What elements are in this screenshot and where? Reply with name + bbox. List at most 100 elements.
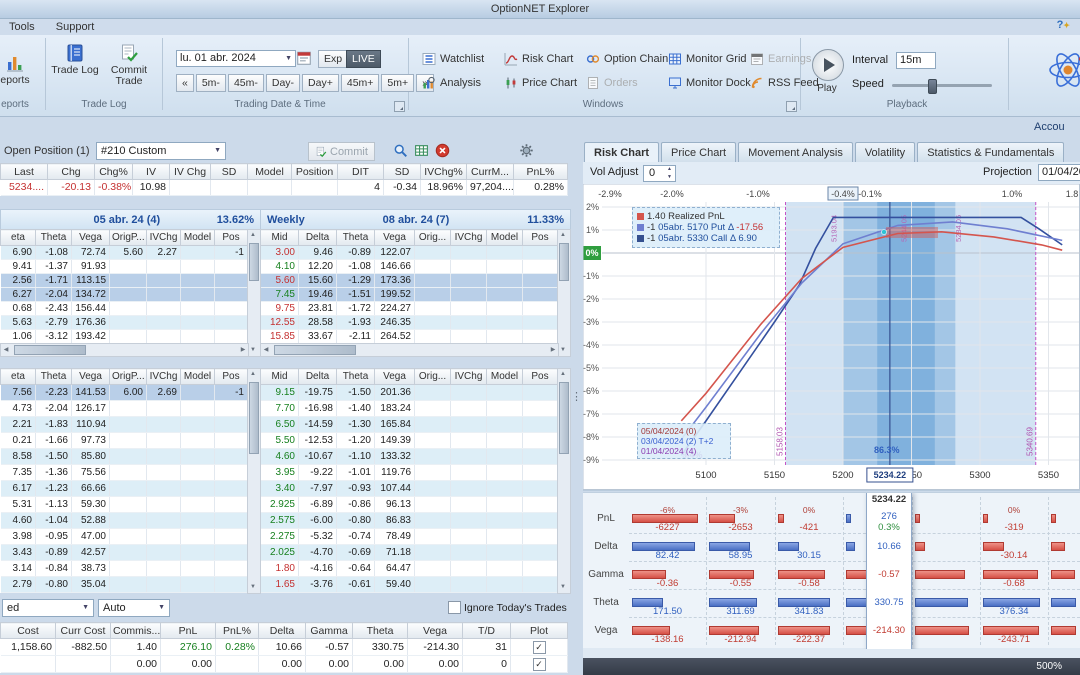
expiration-header-right[interactable]: Weekly 08 abr. 24 (7) 11.33% [260, 209, 571, 230]
projection-date-input[interactable]: 01/04/20 [1038, 164, 1080, 181]
window-button-price-chart[interactable]: Price Chart [500, 74, 582, 92]
vol-adjust-stepper[interactable]: 0 ▲ ▼ [643, 165, 676, 182]
grid-row[interactable]: 4.60-1.0452.88 [1, 513, 248, 529]
scrollbar-vertical[interactable]: ▲ ▼ [247, 229, 261, 357]
scroll-up-icon[interactable]: ▲ [248, 369, 258, 380]
search-button[interactable] [392, 142, 409, 159]
column-header[interactable]: Vega [72, 230, 110, 246]
expiration-header-left[interactable]: 05 abr. 24 (4) 13.62% [0, 209, 261, 230]
column-header[interactable]: IVChg [451, 230, 487, 246]
column-header[interactable]: IVChg [451, 369, 487, 385]
column-header[interactable]: eta [1, 230, 36, 246]
time-step-[interactable]: « [176, 74, 194, 92]
scroll-up-icon[interactable]: ▲ [558, 230, 568, 241]
column-header[interactable]: T/D [463, 623, 511, 639]
column-header[interactable]: PnL% [216, 623, 259, 639]
grid-row[interactable]: 12.5528.58-1.93246.35 [261, 316, 558, 330]
column-header[interactable]: Curr Cost [56, 623, 111, 639]
scrollbar-horizontal[interactable]: ◀ ▶ [0, 343, 249, 357]
column-header[interactable]: Position [292, 164, 338, 180]
time-step-5m[interactable]: 5m- [196, 74, 226, 92]
calendar-button[interactable] [296, 50, 312, 69]
grid-row[interactable]: 3.95-9.22-1.01119.76 [261, 465, 558, 481]
grid-row[interactable]: 7.56-2.23141.536.002.69-1 [1, 385, 248, 401]
help-icon[interactable]: ?✦ [1057, 19, 1070, 31]
column-header[interactable]: Delta [299, 230, 337, 246]
grid-row[interactable]: 6.17-1.2366.66 [1, 481, 248, 497]
speed-slider-thumb[interactable] [928, 79, 937, 94]
datetime-dialog-launcher[interactable] [394, 101, 405, 112]
column-header[interactable]: Vega [375, 369, 415, 385]
grid-row[interactable]: 2.275-5.32-0.7478.49 [261, 529, 558, 545]
column-header[interactable]: eta [1, 369, 36, 385]
scroll-down-icon[interactable]: ▼ [558, 582, 568, 593]
time-step-45m[interactable]: 45m- [228, 74, 264, 92]
column-header[interactable]: Model [487, 230, 523, 246]
scroll-up-icon[interactable]: ▲ [248, 230, 258, 241]
column-header[interactable]: Chg [48, 164, 95, 180]
scroll-right-icon[interactable]: ▶ [548, 344, 558, 356]
chart-legend[interactable]: 1.40 Realized PnL -1 05abr. 5170 Put Δ -… [632, 207, 780, 248]
grid-row[interactable]: 2.575-6.00-0.8086.83 [261, 513, 558, 529]
column-header[interactable]: Model [181, 230, 215, 246]
tab-statistics-fundamentals[interactable]: Statistics & Fundamentals [917, 142, 1064, 162]
column-header[interactable]: IVChg [147, 230, 181, 246]
column-header[interactable]: OrigP... [110, 369, 147, 385]
grid-row[interactable]: 3.009.46-0.89122.07 [261, 246, 558, 260]
window-button-monitor-grid[interactable]: Monitor Grid [664, 50, 746, 68]
plot-checkbox[interactable]: ✓ [533, 641, 546, 654]
scrollbar-vertical[interactable]: ▲ ▼ [247, 368, 261, 594]
column-header[interactable]: SD [211, 164, 248, 180]
scroll-right-icon[interactable]: ▶ [238, 344, 248, 356]
interval-select[interactable]: 15m▼ [896, 52, 936, 69]
window-button-risk-chart[interactable]: Risk Chart [500, 50, 582, 68]
spin-up-icon[interactable]: ▲ [665, 166, 674, 173]
column-header[interactable]: Theta [337, 369, 375, 385]
column-header[interactable]: Vega [408, 623, 463, 639]
time-step-day[interactable]: Day- [266, 74, 300, 92]
scrollbar-thumb[interactable] [14, 345, 86, 355]
greeks-panel[interactable]: PnLDeltaGammaThetaVega-6227-6%82.42-0.36… [583, 492, 1080, 649]
scrollbar-thumb[interactable] [559, 382, 569, 454]
column-header[interactable]: Vega [375, 230, 415, 246]
column-header[interactable]: Model [248, 164, 292, 180]
column-header[interactable]: IVChg [147, 369, 181, 385]
grid-row[interactable]: 4.60-10.67-1.10133.32 [261, 449, 558, 465]
column-header[interactable]: OrigP... [110, 230, 147, 246]
grid-row[interactable]: 7.4519.46-1.51199.52 [261, 288, 558, 302]
exp-button[interactable]: Exp [318, 50, 348, 68]
grid-row[interactable]: 3.98-0.9547.00 [1, 529, 248, 545]
grid-row[interactable]: 5234....-20.13-0.38%10.984-0.3418.96%97,… [1, 180, 568, 196]
grid-row[interactable]: 6.27-2.04134.72 [1, 288, 248, 302]
column-header[interactable]: PnL [161, 623, 216, 639]
column-header[interactable]: Pos [523, 369, 558, 385]
column-header[interactable]: DIT [338, 164, 384, 180]
column-header[interactable]: Theta [36, 369, 72, 385]
live-button[interactable]: LIVE [346, 50, 381, 68]
grid-row[interactable]: 8.58-1.5085.80 [1, 449, 248, 465]
scroll-left-icon[interactable]: ◀ [1, 344, 11, 356]
column-header[interactable]: Gamma [306, 623, 353, 639]
grid-row[interactable]: 6.50-14.59-1.30165.84 [261, 417, 558, 433]
column-header[interactable]: Mid [261, 369, 299, 385]
tab-movement-analysis[interactable]: Movement Analysis [738, 142, 853, 162]
reports-button[interactable]: eports [0, 53, 40, 86]
time-step-day[interactable]: Day+ [302, 74, 339, 92]
grid-row[interactable]: 9.7523.81-1.72224.27 [261, 302, 558, 316]
column-header[interactable]: Vega [72, 369, 110, 385]
scrollbar-thumb[interactable] [559, 243, 569, 281]
column-header[interactable]: Delta [299, 369, 337, 385]
commit-button[interactable]: Commit [308, 142, 375, 161]
column-header[interactable]: Theta [353, 623, 408, 639]
tab-risk-chart[interactable]: Risk Chart [584, 142, 659, 162]
commit-trade-button[interactable]: Commit Trade [104, 43, 154, 87]
grid-row[interactable]: 5.63-2.79176.36 [1, 316, 248, 330]
grid-row[interactable]: 2.56-1.71113.15 [1, 274, 248, 288]
column-header[interactable]: Orig... [415, 230, 451, 246]
grid-view-button[interactable] [413, 142, 430, 159]
grid-row[interactable]: 4.73-2.04126.17 [1, 401, 248, 417]
grid-row[interactable]: 2.925-6.89-0.8696.13 [261, 497, 558, 513]
grid-row[interactable]: 0.21-1.6697.73 [1, 433, 248, 449]
column-header[interactable]: PnL% [514, 164, 568, 180]
speed-slider[interactable] [892, 84, 992, 87]
